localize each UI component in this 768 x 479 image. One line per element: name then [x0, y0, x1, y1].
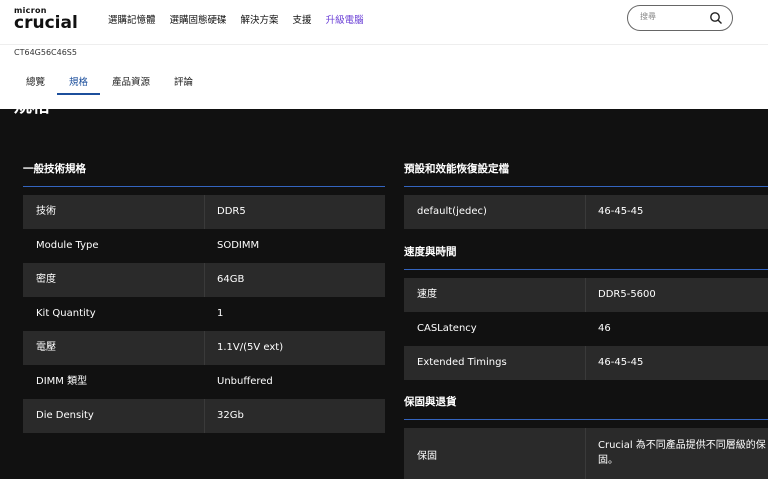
spec-key: 電壓	[36, 342, 56, 353]
cell-divider	[204, 399, 205, 433]
spec-value: SODIMM	[217, 240, 260, 251]
tab-specs[interactable]: 規格	[57, 76, 101, 95]
spec-key: 速度	[417, 289, 437, 300]
product-tabs: 總覽 規格 產品資源 評論	[14, 76, 205, 95]
nav-shop-ssd[interactable]: 選購固態硬碟	[170, 12, 227, 26]
table-row: Module Type SODIMM	[23, 229, 385, 263]
table-row: 電壓 1.1V/(5V ext)	[23, 331, 385, 365]
spec-key: Extended Timings	[417, 357, 507, 368]
spec-value: DDR5	[217, 206, 246, 217]
table-row: CASLatency 46	[404, 312, 768, 346]
spec-value: 46-45-45	[598, 357, 644, 368]
spec-key: 技術	[36, 206, 56, 217]
spec-value: Crucial 為不同產品提供不同層級的保固。	[598, 440, 766, 466]
tab-reviews[interactable]: 評論	[162, 76, 205, 94]
nav-shop-memory[interactable]: 選購記憶體	[108, 12, 156, 26]
spec-value: 64GB	[217, 274, 245, 285]
warranty-rule	[404, 419, 768, 420]
spec-key: Die Density	[36, 410, 94, 421]
nav-support[interactable]: 支援	[293, 12, 312, 26]
table-row: Kit Quantity 1	[23, 297, 385, 331]
table-row: 密度 64GB	[23, 263, 385, 297]
spec-value: 46-45-45	[598, 206, 644, 217]
header-divider	[0, 44, 768, 45]
spec-key: 密度	[36, 274, 56, 285]
table-row: Extended Timings 46-45-45	[404, 346, 768, 380]
table-row: 速度 DDR5-5600	[404, 278, 768, 312]
spec-value: 1.1V/(5V ext)	[217, 342, 284, 353]
cell-divider	[585, 428, 586, 479]
search-input[interactable]	[640, 12, 710, 21]
cell-divider	[585, 195, 586, 229]
tab-resources[interactable]: 產品資源	[100, 76, 162, 94]
spec-key: CASLatency	[417, 323, 477, 334]
product-sku: CT64G56C46S5	[14, 48, 77, 57]
timing-rule	[404, 269, 768, 270]
tab-overview[interactable]: 總覽	[14, 76, 57, 94]
profile-title: 預設和效能恢復設定檔	[404, 163, 509, 175]
table-row: default(jedec) 46-45-45	[404, 195, 768, 229]
search-box[interactable]	[627, 5, 733, 31]
cell-divider	[585, 278, 586, 312]
site-header: micron crucial 選購記憶體 選購固態硬碟 解決方案 支援 升級電腦…	[0, 0, 768, 109]
crucial-logo[interactable]: micron crucial	[14, 6, 78, 33]
general-specs-title: 一般技術規格	[23, 163, 86, 175]
content-area: 規格 一般技術規格 技術 DDR5 Module Type SODIMM 密度 …	[0, 109, 768, 479]
spec-key: 保固	[417, 451, 437, 462]
spec-key: Module Type	[36, 240, 99, 251]
cell-divider	[204, 263, 205, 297]
main-nav: 選購記憶體 選購固態硬碟 解決方案 支援 升級電腦	[108, 12, 378, 26]
general-specs-rule	[23, 186, 385, 187]
warranty-title: 保固與退貨	[404, 396, 457, 408]
page-heading: 規格	[14, 109, 50, 117]
search-icon[interactable]	[709, 11, 723, 25]
table-row: DIMM 類型 Unbuffered	[23, 365, 385, 399]
spec-value: Unbuffered	[217, 376, 273, 387]
table-row: 技術 DDR5	[23, 195, 385, 229]
profile-rule	[404, 186, 768, 187]
nav-upgrade-pc[interactable]: 升級電腦	[326, 12, 364, 26]
spec-value: 32Gb	[217, 410, 244, 421]
spec-key: Kit Quantity	[36, 308, 96, 319]
spec-key: default(jedec)	[417, 206, 487, 217]
warranty-row: 保固 Crucial 為不同產品提供不同層級的保固。	[404, 428, 768, 479]
spec-value: 1	[217, 308, 224, 319]
timing-title: 速度與時間	[404, 246, 457, 258]
spec-key: DIMM 類型	[36, 376, 88, 387]
spec-value: 46	[598, 323, 611, 334]
table-row: Die Density 32Gb	[23, 399, 385, 433]
cell-divider	[204, 331, 205, 365]
cell-divider	[204, 195, 205, 229]
nav-solutions[interactable]: 解決方案	[241, 12, 279, 26]
crucial-wordmark: crucial	[14, 13, 78, 33]
cell-divider	[585, 346, 586, 380]
spec-value: DDR5-5600	[598, 289, 656, 300]
